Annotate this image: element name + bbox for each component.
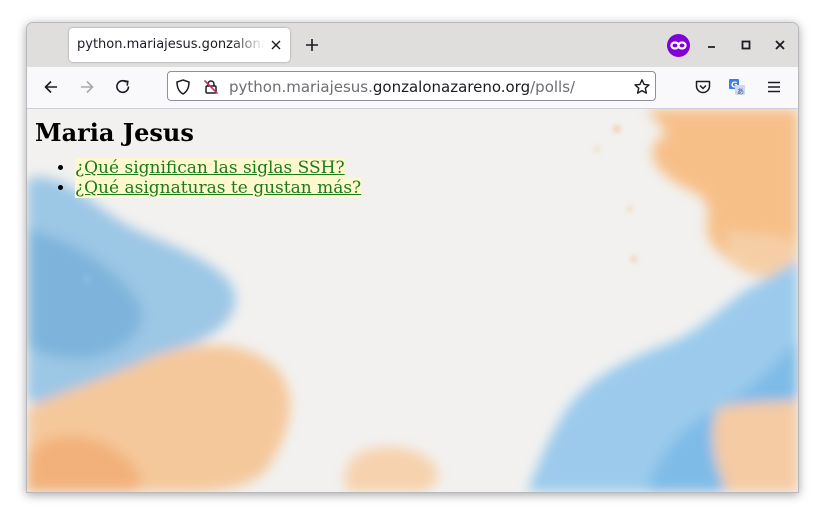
- url-text: python.mariajesus.gonzalonazareno.org/po…: [229, 78, 575, 96]
- page-heading: Maria Jesus: [35, 118, 194, 147]
- poll-list-item: ¿Qué significan las siglas SSH?: [75, 158, 361, 178]
- maximize-icon[interactable]: [738, 37, 754, 53]
- url-host-prefix: python.mariajesus.: [229, 78, 373, 96]
- tab-active[interactable]: python.mariajesus.gonzalonazareno.org/po…: [69, 28, 290, 62]
- title-bar: python.mariajesus.gonzalonazareno.org/po…: [27, 23, 798, 67]
- url-host-domain: gonzalonazareno.org: [372, 78, 531, 96]
- translate-icon[interactable]: G あ: [727, 77, 747, 97]
- tab-title: python.mariajesus.gonzalonazareno.org/po…: [77, 37, 265, 52]
- hamburger-menu-icon[interactable]: [764, 77, 784, 97]
- new-tab-plus-icon[interactable]: [303, 36, 321, 54]
- minimize-icon[interactable]: [704, 37, 720, 53]
- insecure-lock-icon[interactable]: [202, 78, 220, 96]
- tab-close-icon[interactable]: [268, 37, 284, 53]
- url-bar[interactable]: python.mariajesus.gonzalonazareno.org/po…: [167, 71, 656, 101]
- bookmark-star-icon[interactable]: [633, 78, 651, 96]
- poll-link-subjects[interactable]: ¿Qué asignaturas te gustan más?: [75, 178, 362, 198]
- navigation-toolbar: python.mariajesus.gonzalonazareno.org/po…: [27, 67, 798, 109]
- close-window-icon[interactable]: [772, 37, 788, 53]
- page-content: Maria Jesus ¿Qué significan las siglas S…: [27, 109, 798, 492]
- url-path: /polls/: [530, 78, 576, 96]
- tracking-shield-icon[interactable]: [174, 78, 192, 96]
- private-browsing-icon[interactable]: [667, 34, 690, 57]
- back-arrow-icon[interactable]: [41, 77, 61, 97]
- poll-list-item: ¿Qué asignaturas te gustan más?: [75, 178, 362, 198]
- poll-link-ssh[interactable]: ¿Qué significan las siglas SSH?: [75, 158, 345, 178]
- forward-arrow-icon[interactable]: [77, 77, 97, 97]
- page-body: Maria Jesus ¿Qué significan las siglas S…: [35, 109, 362, 198]
- browser-window: python.mariajesus.gonzalonazareno.org/po…: [26, 22, 799, 493]
- pocket-icon[interactable]: [693, 77, 713, 97]
- svg-text:あ: あ: [737, 88, 744, 96]
- reload-icon[interactable]: [113, 77, 133, 97]
- poll-list: ¿Qué significan las siglas SSH? ¿Qué asi…: [35, 158, 362, 198]
